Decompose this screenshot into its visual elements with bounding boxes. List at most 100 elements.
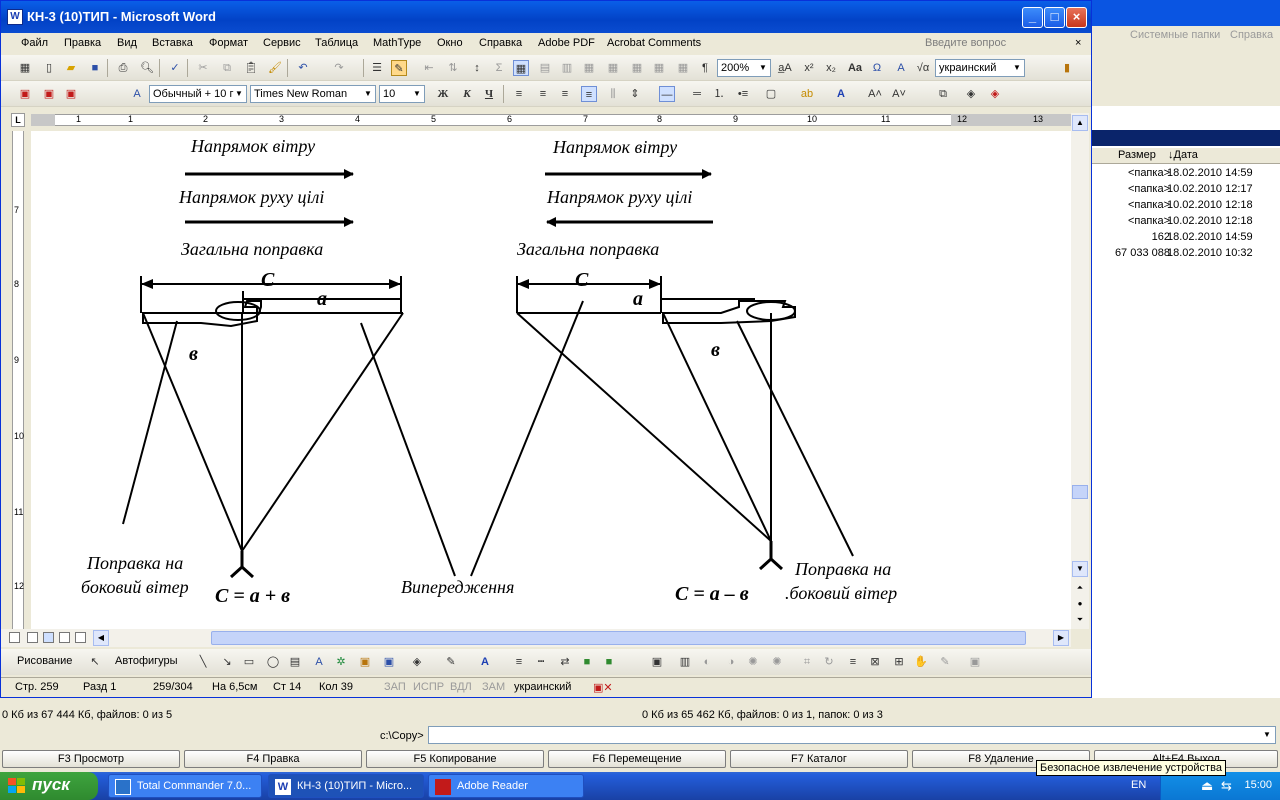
web-view-icon[interactable] xyxy=(27,632,38,643)
sort-icon[interactable]: ⇅ xyxy=(445,60,461,76)
save-icon[interactable]: ■ xyxy=(87,60,103,76)
symbol-omega-icon[interactable]: Ω xyxy=(869,60,885,76)
zoom-select[interactable]: 200% ▼ xyxy=(717,59,771,77)
f7-mkdir-button[interactable]: F7 Каталог xyxy=(730,750,908,768)
tc-menu-help[interactable]: Справка xyxy=(1230,29,1273,41)
pdf-mail-icon[interactable]: ▣ xyxy=(41,86,57,102)
scroll-right-button[interactable]: ▶ xyxy=(1053,630,1069,646)
arrow-tool-icon[interactable]: ↘ xyxy=(219,654,235,670)
font-size-icon[interactable]: a̲A xyxy=(777,60,793,76)
menu-format[interactable]: Формат xyxy=(209,37,248,49)
menu-tools[interactable]: Сервис xyxy=(263,37,301,49)
shapes-icon[interactable]: ◈ xyxy=(963,86,979,102)
tc-file-row[interactable]: <папка> 18.02.2010 14:59 xyxy=(1090,166,1280,182)
network-icon[interactable]: ⇆ xyxy=(1221,778,1232,794)
tc-file-row[interactable]: 67 033 088 18.02.2010 10:32 xyxy=(1090,246,1280,262)
drawing-toggle-icon[interactable]: ✎ xyxy=(391,60,407,76)
image-control-icon[interactable]: ▥ xyxy=(677,654,693,670)
spelling-status-icon[interactable]: ▣✕ xyxy=(593,681,613,694)
word-title-bar[interactable]: W КН-3 (10)ТИП - Microsoft Word _ □ × xyxy=(1,1,1091,33)
indent-icon[interactable]: ⇤ xyxy=(421,60,437,76)
grid-icon[interactable]: ▦ xyxy=(513,60,529,76)
tc-col-date[interactable]: ↓Дата xyxy=(1168,149,1198,161)
font-size-select[interactable]: 10 ▼ xyxy=(379,85,425,103)
menu-table[interactable]: Таблица xyxy=(315,37,358,49)
oval-tool-icon[interactable]: ◯ xyxy=(265,654,281,670)
format-picture-icon[interactable]: ✋ xyxy=(913,654,929,670)
open-icon[interactable]: ▰ xyxy=(63,60,79,76)
line-style-picture-icon[interactable]: ≡ xyxy=(845,654,861,670)
horizontal-ruler[interactable]: L 1 1 2 3 4 5 6 7 8 9 10 11 12 13 xyxy=(1,109,1071,131)
undo-icon[interactable]: ↶ xyxy=(295,60,311,76)
styles-icon[interactable]: A xyxy=(129,86,145,102)
format-painter-icon[interactable]: 🖌︎ xyxy=(267,60,283,76)
tc-file-row[interactable]: <папка> 10.02.2010 12:18 xyxy=(1090,214,1280,230)
clock[interactable]: 15:00 xyxy=(1244,779,1272,791)
rotate-icon[interactable]: ↻ xyxy=(821,654,837,670)
italic-icon[interactable]: К xyxy=(459,86,475,102)
f6-move-button[interactable]: F6 Перемещение xyxy=(548,750,726,768)
scroll-up-button[interactable]: ▲ xyxy=(1072,115,1088,131)
maximize-button[interactable]: □ xyxy=(1044,7,1065,28)
f3-view-button[interactable]: F3 Просмотр xyxy=(2,750,180,768)
new-icon[interactable]: ▯ xyxy=(41,60,57,76)
dash-style-icon[interactable]: ┅ xyxy=(533,654,549,670)
crop-icon[interactable]: ⌗ xyxy=(799,654,815,670)
textbox-icon[interactable]: ▤ xyxy=(287,654,303,670)
research-icon[interactable]: ⧉ xyxy=(935,86,951,102)
pdf-icon[interactable]: ▣ xyxy=(17,86,33,102)
sort-az-icon[interactable]: ↕ xyxy=(469,60,485,76)
table-autofit-icon[interactable]: ▦ xyxy=(629,60,645,76)
menu-window[interactable]: Окно xyxy=(437,37,463,49)
text-color-icon[interactable]: A xyxy=(477,654,493,670)
font-select[interactable]: Times New Roman ▼ xyxy=(250,85,376,103)
table-icon[interactable]: ☰ xyxy=(369,60,385,76)
bold-icon[interactable]: Ж xyxy=(435,86,451,102)
brightness-more-icon[interactable]: ✺ xyxy=(745,654,761,670)
redo-icon[interactable]: ↷ xyxy=(331,60,347,76)
pdf-review-icon[interactable]: ▣ xyxy=(63,86,79,102)
draw-menu[interactable]: Рисование xyxy=(17,655,72,667)
status-rec[interactable]: ЗАП xyxy=(384,681,406,693)
view-icon[interactable]: ▦ xyxy=(17,60,33,76)
scroll-down-button[interactable]: ▼ xyxy=(1072,561,1088,577)
status-language[interactable]: украинский xyxy=(514,681,571,693)
split-icon[interactable]: ▥ xyxy=(559,60,575,76)
next-page-icon[interactable]: ⏷ xyxy=(1072,613,1088,629)
equation-icon[interactable]: √α xyxy=(915,60,931,76)
superscript-icon[interactable]: x² xyxy=(801,60,817,76)
set-transparent-icon[interactable]: ✎ xyxy=(937,654,953,670)
usb-eject-icon[interactable]: ⏏ xyxy=(1201,778,1213,794)
highlight-icon[interactable]: ab xyxy=(799,86,815,102)
f5-copy-button[interactable]: F5 Копирование xyxy=(366,750,544,768)
outline-view-icon[interactable] xyxy=(59,632,70,643)
pilcrow-icon[interactable]: ¶ xyxy=(697,60,713,76)
compress-icon[interactable]: ⊠ xyxy=(867,654,883,670)
wordart-icon[interactable]: A xyxy=(893,60,909,76)
start-button[interactable]: пуск xyxy=(0,772,98,800)
clipart-icon[interactable]: ▣ xyxy=(357,654,373,670)
underline-icon[interactable]: Ч xyxy=(481,86,497,102)
distribute-cols-icon[interactable]: ▦ xyxy=(605,60,621,76)
tc-file-row[interactable]: <папка> 10.02.2010 12:17 xyxy=(1090,182,1280,198)
menu-file[interactable]: Файл xyxy=(21,37,48,49)
tc-menu-system-folders[interactable]: Системные папки xyxy=(1130,29,1220,41)
spelling-icon[interactable]: ✓ xyxy=(167,60,183,76)
vertical-ruler[interactable]: 7 8 9 10 11 12 xyxy=(7,131,29,629)
scroll-thumb[interactable] xyxy=(1072,485,1088,499)
select-objects-icon[interactable]: ↖ xyxy=(87,654,103,670)
wordart-tool-icon[interactable]: A xyxy=(311,654,327,670)
contrast-icon[interactable]: ◐ xyxy=(699,654,715,670)
document-page[interactable]: Напрямок вітру Напрямок руху цілі Загаль… xyxy=(31,131,1071,629)
menu-edit[interactable]: Правка xyxy=(64,37,101,49)
font-color-icon[interactable]: A xyxy=(833,86,849,102)
browse-object-icon[interactable]: ● xyxy=(1072,597,1088,613)
diagram-icon[interactable]: ✲ xyxy=(333,654,349,670)
borders-icon[interactable]: ▢ xyxy=(763,86,779,102)
task-total-commander[interactable]: Total Commander 7.0... xyxy=(108,774,262,798)
close-button[interactable]: × xyxy=(1066,7,1087,28)
tc-col-size[interactable]: Размер xyxy=(1118,149,1156,161)
status-ext[interactable]: ВДЛ xyxy=(450,681,472,693)
brightness-icon[interactable]: ◑ xyxy=(723,654,739,670)
menu-help[interactable]: Справка xyxy=(479,37,522,49)
